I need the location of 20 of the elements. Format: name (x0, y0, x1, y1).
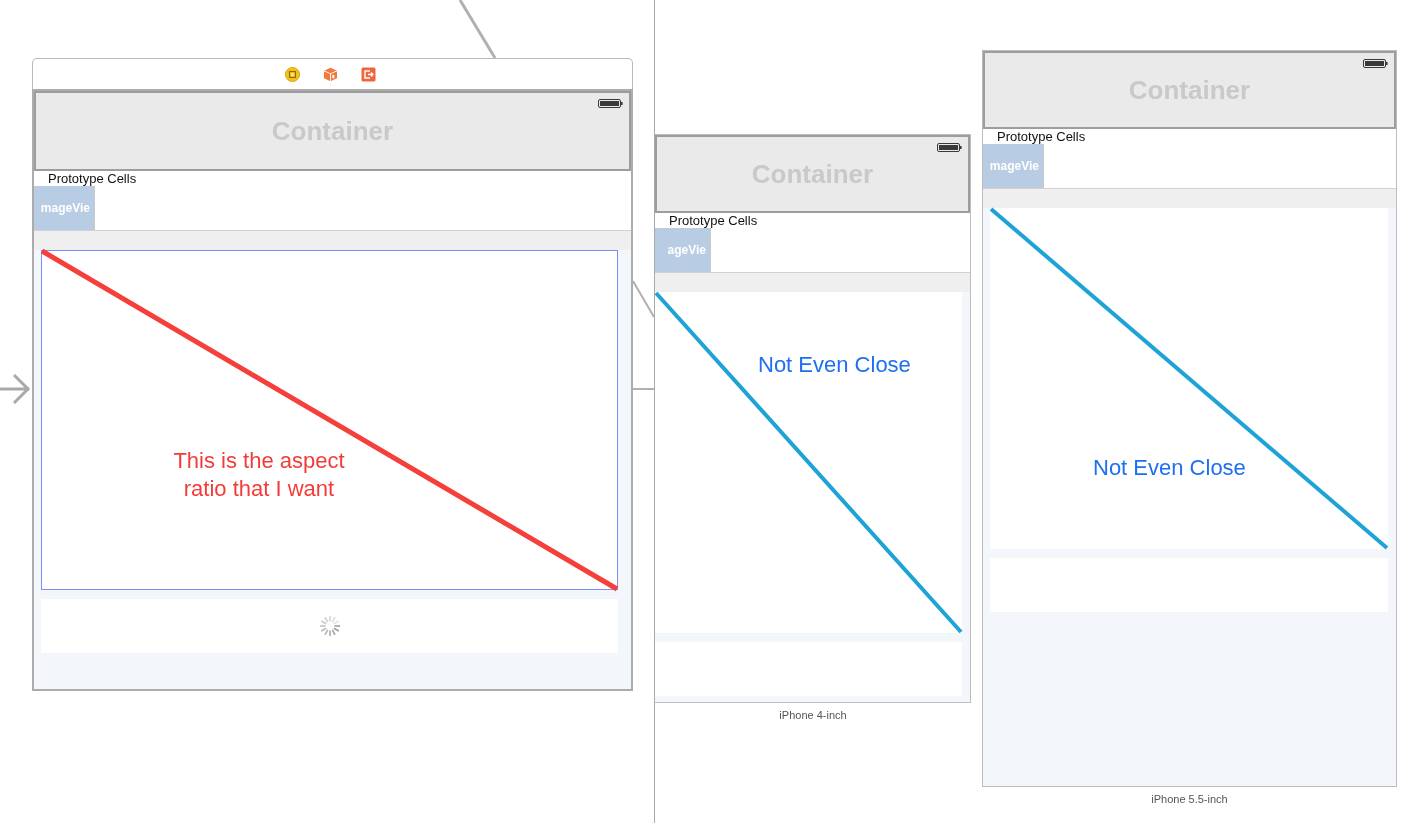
battery-icon (598, 99, 623, 108)
image-view-tile: mageVie (34, 186, 95, 230)
device-label: iPhone 4-inch (779, 709, 847, 721)
image-view-tile: ageVie (655, 228, 711, 272)
square-in-circle-icon[interactable] (285, 66, 300, 82)
annotation-text: Not Even Close (758, 351, 911, 379)
section-header: Prototype Cells (48, 171, 137, 186)
section-header: Prototype Cells (669, 213, 758, 228)
battery-icon (1363, 59, 1388, 68)
battery-icon (937, 143, 962, 152)
image-view[interactable]: This is the aspect ratio that I want (41, 250, 618, 590)
image-view-tile: mageVie (983, 144, 1044, 188)
exit-icon[interactable] (361, 66, 376, 82)
image-view[interactable]: Not Even Close (655, 292, 962, 633)
cube-icon[interactable] (323, 66, 338, 82)
device-label: iPhone 5.5-inch (1151, 793, 1228, 805)
image-view[interactable]: Not Even Close (990, 208, 1388, 549)
annotation-text: Not Even Close (1093, 454, 1246, 482)
annotation-text: This is the aspect ratio that I want (172, 447, 346, 503)
section-header: Prototype Cells (997, 129, 1086, 144)
